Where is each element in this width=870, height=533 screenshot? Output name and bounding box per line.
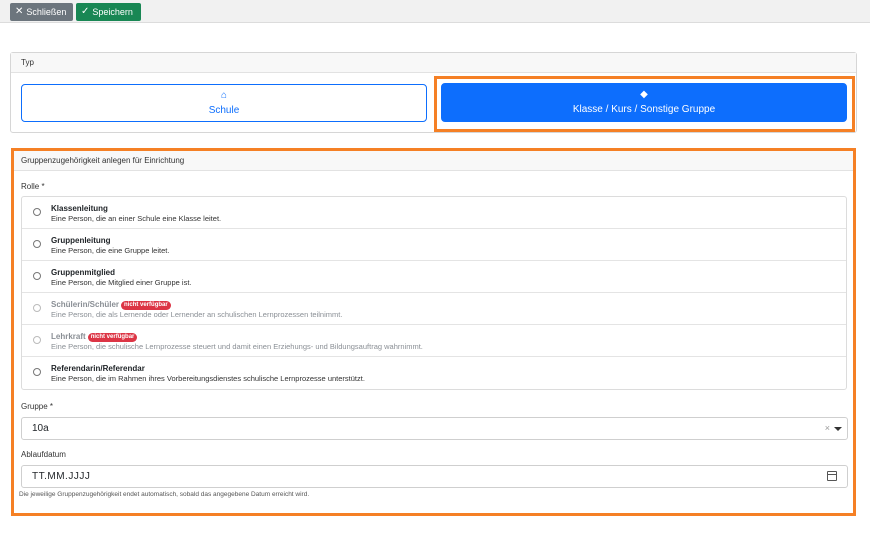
radio-button — [33, 336, 41, 344]
rolle-label: Rolle * — [21, 182, 45, 191]
role-title-line: Schülerin/Schüler nicht verfügbar — [51, 300, 171, 310]
gruppe-card: Gruppenzugehörigkeit anlegen für Einrich… — [11, 148, 856, 516]
check-icon: ✓ — [81, 6, 90, 17]
role-title: Gruppenleitung — [51, 236, 111, 245]
role-description: Eine Person, die im Rahmen ihres Vorbere… — [51, 374, 365, 383]
clear-icon[interactable]: × — [825, 423, 830, 433]
close-button-label: Schließen — [26, 7, 67, 17]
typ-card: Typ ⌂ Schule ◆ Klasse / Kurs / Sonstige … — [10, 52, 857, 133]
role-option-klassenleitung[interactable]: Klassenleitung Eine Person, die an einer… — [22, 197, 846, 229]
typ-option-label: Schule — [208, 105, 240, 116]
house-icon: ⌂ — [220, 90, 228, 101]
role-title: Lehrkraft — [51, 332, 86, 341]
radio-button[interactable] — [33, 208, 41, 216]
graduation-cap-icon: ◆ — [640, 89, 648, 100]
toolbar: ✕ Schließen ✓ Speichern — [0, 0, 870, 23]
role-option-schueler: Schülerin/Schüler nicht verfügbar Eine Pe… — [22, 293, 846, 325]
ablaufdatum-label: Ablaufdatum — [21, 450, 66, 459]
role-title-line: Lehrkraft nicht verfügbar — [51, 332, 138, 342]
role-description: Eine Person, die als Lernende oder Lerne… — [51, 310, 343, 319]
role-list: Klassenleitung Eine Person, die an einer… — [21, 196, 847, 390]
close-button[interactable]: ✕ Schließen — [10, 3, 73, 21]
radio-button — [33, 304, 41, 312]
role-title: Gruppenmitglied — [51, 268, 115, 277]
ablaufdatum-input[interactable]: TT.MM.JJJJ — [21, 465, 848, 488]
role-option-gruppenmitglied[interactable]: Gruppenmitglied Eine Person, die Mitglie… — [22, 261, 846, 293]
role-title: Referendarin/Referendar — [51, 364, 145, 373]
gruppe-select[interactable]: 10a × — [21, 417, 848, 440]
typ-option-schule[interactable]: ⌂ Schule — [21, 84, 427, 122]
gruppe-select-value: 10a — [32, 423, 49, 434]
unavailable-badge: nicht verfügbar — [87, 333, 138, 342]
unavailable-badge: nicht verfügbar — [121, 301, 171, 310]
radio-button[interactable] — [33, 368, 41, 376]
calendar-icon[interactable] — [827, 471, 837, 481]
role-description: Eine Person, die schulische Lernprozesse… — [51, 342, 423, 351]
role-option-lehrkraft: Lehrkraft nicht verfügbar Eine Person, di… — [22, 325, 846, 357]
gruppe-label: Gruppe * — [21, 402, 54, 411]
role-description: Eine Person, die an einer Schule eine Kl… — [51, 214, 222, 223]
role-title: Schülerin/Schüler — [51, 300, 120, 309]
role-title: Klassenleitung — [51, 204, 108, 213]
save-button[interactable]: ✓ Speichern — [76, 3, 141, 21]
ablaufdatum-hint: Die jeweilige Gruppenzugehörigkeit endet… — [19, 491, 310, 498]
radio-button[interactable] — [33, 240, 41, 248]
ablaufdatum-placeholder: TT.MM.JJJJ — [32, 471, 91, 482]
role-description: Eine Person, die Mitglied einer Gruppe i… — [51, 278, 192, 287]
role-option-referendar[interactable]: Referendarin/Referendar Eine Person, die… — [22, 357, 846, 389]
gruppe-card-header: Gruppenzugehörigkeit anlegen für Einrich… — [14, 151, 853, 171]
x-icon: ✕ — [15, 6, 24, 17]
chevron-down-icon[interactable] — [834, 427, 842, 431]
radio-button[interactable] — [33, 272, 41, 280]
typ-option-klasse[interactable]: ◆ Klasse / Kurs / Sonstige Gruppe — [441, 83, 847, 122]
typ-option-label: Klasse / Kurs / Sonstige Gruppe — [572, 104, 716, 115]
role-option-gruppenleitung[interactable]: Gruppenleitung Eine Person, die eine Gru… — [22, 229, 846, 261]
save-button-label: Speichern — [92, 7, 133, 17]
role-description: Eine Person, die eine Gruppe leitet. — [51, 246, 170, 255]
typ-card-header: Typ — [11, 53, 856, 73]
